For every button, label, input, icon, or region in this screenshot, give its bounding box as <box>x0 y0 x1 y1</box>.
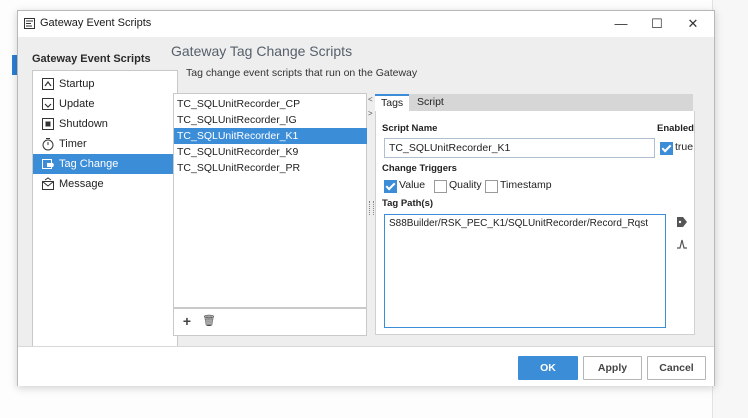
ok-button[interactable]: OK <box>518 356 578 380</box>
nav-item-label: Tag Change <box>59 158 119 170</box>
script-list-item[interactable]: TC_SQLUnitRecorder_PR <box>174 160 367 176</box>
dialog-body: Gateway Event Scripts Startup Update Shu… <box>18 37 714 347</box>
nav-item-label: Startup <box>59 78 95 90</box>
close-button[interactable]: ✕ <box>672 11 714 37</box>
cancel-button[interactable]: Cancel <box>647 356 706 380</box>
delete-script-icon[interactable]: 🗑 <box>201 313 217 329</box>
nav-item-tag-change[interactable]: Tag Change <box>33 154 177 174</box>
gateway-event-scripts-dialog: Gateway Event Scripts — ☐ ✕ Gateway Even… <box>17 10 715 386</box>
value-trigger-checkbox[interactable] <box>384 180 397 193</box>
collapse-right-icon[interactable]: > <box>368 109 373 118</box>
script-list-toolbar: + 🗑 <box>173 308 367 336</box>
nav-item-startup[interactable]: Startup <box>33 74 177 94</box>
timestamp-trigger-label: Timestamp <box>500 179 552 191</box>
tag-paths-textarea[interactable]: S88Builder/RSK_PEC_K1/SQLUnitRecorder/Re… <box>384 214 666 328</box>
script-list-item[interactable]: TC_SQLUnitRecorder_K1 <box>174 128 367 144</box>
background-panel-right <box>712 0 748 418</box>
nav-item-label: Message <box>59 178 104 190</box>
message-icon <box>42 177 54 190</box>
script-name-input[interactable]: TC_SQLUnitRecorder_K1 <box>384 138 655 158</box>
quality-trigger-checkbox[interactable] <box>434 180 447 193</box>
tag-path-insert-icon[interactable] <box>671 237 693 257</box>
enabled-checkbox-label: true <box>675 141 694 153</box>
enabled-checkbox[interactable] <box>660 142 673 155</box>
nav-item-update[interactable]: Update <box>33 94 177 114</box>
tags-tab-panel: Script Name Enabled TC_SQLUnitRecorder_K… <box>375 111 695 335</box>
script-list-item[interactable]: TC_SQLUnitRecorder_K9 <box>174 144 367 160</box>
tab-tags[interactable]: Tags <box>375 94 410 111</box>
tag-change-script-list: TC_SQLUnitRecorder_CP TC_SQLUnitRecorder… <box>173 93 367 308</box>
nav-item-shutdown[interactable]: Shutdown <box>33 114 177 134</box>
tag-paths-label: Tag Path(s) <box>382 198 434 209</box>
script-list-item[interactable]: TC_SQLUnitRecorder_IG <box>174 112 367 128</box>
dialog-footer: OK Apply Cancel <box>18 346 714 386</box>
nav-item-label: Shutdown <box>59 118 108 130</box>
panel-splitter[interactable]: < > <box>367 93 375 333</box>
nav-item-label: Timer <box>59 138 87 150</box>
collapse-left-icon[interactable]: < <box>368 95 373 104</box>
script-window-icon <box>24 18 35 29</box>
page-title: Gateway Tag Change Scripts <box>171 43 353 59</box>
timestamp-trigger-checkbox[interactable] <box>485 180 498 193</box>
nav-item-timer[interactable]: Timer <box>33 134 177 154</box>
splitter-grip-icon[interactable] <box>369 201 374 215</box>
add-script-icon[interactable]: + <box>179 313 195 329</box>
shutdown-icon <box>42 118 54 130</box>
apply-button[interactable]: Apply <box>583 356 642 380</box>
page-subtitle: Tag change event scripts that run on the… <box>186 67 418 79</box>
event-type-list: Startup Update Shutdown Timer Tag Change… <box>32 70 178 347</box>
script-name-label: Script Name <box>382 123 438 134</box>
change-triggers-label: Change Triggers <box>382 163 457 174</box>
value-trigger-label: Value <box>399 179 426 191</box>
title-bar: Gateway Event Scripts — ☐ ✕ <box>18 11 714 37</box>
script-list-item[interactable]: TC_SQLUnitRecorder_CP <box>174 96 367 112</box>
update-icon <box>42 98 54 110</box>
editor-tabs: Tags Script <box>375 94 693 111</box>
quality-trigger-label: Quality <box>449 179 482 191</box>
tab-script[interactable]: Script <box>411 94 450 111</box>
tag-browser-icon[interactable] <box>671 215 693 235</box>
startup-icon <box>42 78 54 90</box>
nav-item-label: Update <box>59 98 95 110</box>
tag-change-icon <box>42 159 54 169</box>
timer-icon <box>42 138 54 151</box>
enabled-label: Enabled <box>657 123 694 134</box>
window-title: Gateway Event Scripts <box>40 17 152 29</box>
nav-title: Gateway Event Scripts <box>32 53 151 65</box>
nav-item-message[interactable]: Message <box>33 174 177 194</box>
